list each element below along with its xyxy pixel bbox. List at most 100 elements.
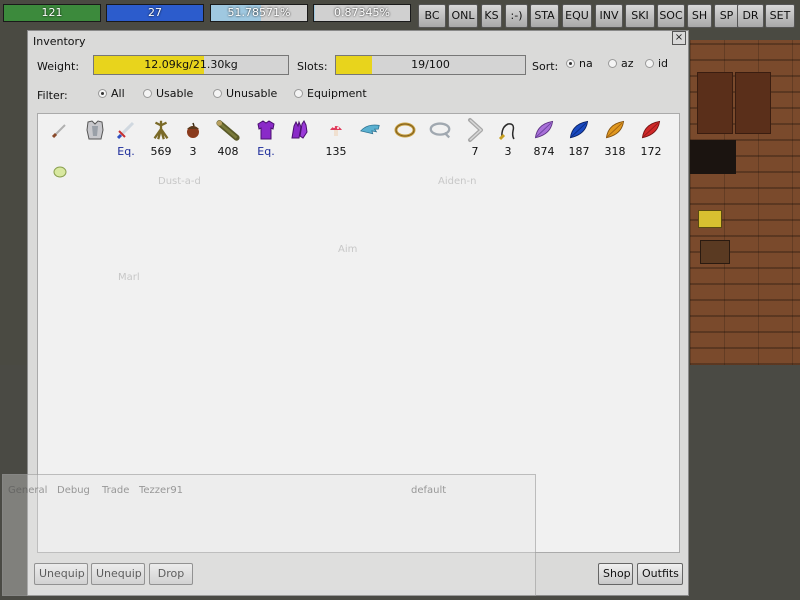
weight-label: Weight:: [37, 60, 80, 73]
feather-icon: [358, 118, 382, 142]
red-leaf-icon: [639, 118, 663, 142]
chat-tab-general[interactable]: General: [8, 485, 47, 496]
radio-dot[interactable]: [608, 59, 617, 68]
hp-bar: 121: [3, 4, 101, 22]
outfits-button[interactable]: Outfits: [637, 563, 683, 585]
slots-label: Slots:: [297, 60, 328, 73]
inventory-slot[interactable]: [389, 116, 421, 156]
radio-dot[interactable]: [294, 89, 303, 98]
rope-icon: [428, 118, 452, 142]
weight-value: 12.09kg/21.30kg: [144, 58, 238, 71]
filter-option-all[interactable]: All: [98, 87, 125, 100]
sort-option-na[interactable]: na: [566, 57, 593, 70]
inventory-slot[interactable]: [44, 158, 76, 198]
inventory-slot[interactable]: 408: [212, 116, 244, 158]
orange-leaf-icon: [603, 118, 627, 142]
inventory-slot[interactable]: [424, 116, 456, 156]
item-count: 172: [640, 145, 662, 158]
inventory-slot[interactable]: 135: [320, 116, 352, 158]
filter-option-unusable[interactable]: Unusable: [213, 87, 277, 100]
close-button[interactable]: ×: [672, 31, 686, 45]
faded-text: Dust-a-d: [158, 176, 201, 187]
sort-option-label: az: [621, 57, 634, 70]
inventory-slot[interactable]: 187: [563, 116, 595, 158]
window-button-soc[interactable]: SOC: [657, 4, 685, 28]
sort-option-label: na: [579, 57, 593, 70]
window-button-ski[interactable]: SKI: [625, 4, 655, 28]
sword-icon: [114, 118, 138, 142]
window-button-ks[interactable]: KS: [481, 4, 502, 28]
faded-text: Aiden-n: [438, 176, 477, 187]
sort-option-label: id: [658, 57, 669, 70]
chat-channel-select[interactable]: default: [411, 485, 446, 496]
bookshelf: [697, 72, 733, 134]
chat-tab-trade[interactable]: Trade: [102, 485, 129, 496]
shop-button[interactable]: Shop: [598, 563, 633, 585]
filter-option-label: All: [111, 87, 125, 100]
sort-option-az[interactable]: az: [608, 57, 634, 70]
window-button-onl[interactable]: ONL: [448, 4, 478, 28]
radio-dot[interactable]: [98, 89, 107, 98]
job-value: 0.87345%: [334, 6, 390, 19]
shop-sign: [698, 210, 722, 228]
inventory-slot[interactable]: 172: [635, 116, 667, 158]
radio-dot[interactable]: [213, 89, 222, 98]
window-button-dr[interactable]: DR: [737, 4, 764, 28]
window-button-bc[interactable]: BC: [418, 4, 446, 28]
item-count: 135: [325, 145, 347, 158]
mp-value: 27: [148, 6, 162, 19]
egg-icon: [48, 160, 72, 184]
filter-option-usable[interactable]: Usable: [143, 87, 193, 100]
boomerang-icon: [463, 118, 487, 142]
purple-gloves-icon: [287, 118, 311, 142]
inventory-slot[interactable]: Eq.: [250, 116, 282, 158]
ring-icon: [393, 118, 417, 142]
window-button-equ[interactable]: EQU: [562, 4, 592, 28]
radio-dot[interactable]: [143, 89, 152, 98]
radio-dot[interactable]: [645, 59, 654, 68]
inventory-slot[interactable]: [44, 116, 76, 156]
inventory-slot[interactable]: 318: [599, 116, 631, 158]
window-button-sp[interactable]: SP: [714, 4, 739, 28]
slots-bar: 19/100: [335, 55, 526, 75]
inventory-slot[interactable]: 3: [177, 116, 209, 158]
filter-option-label: Unusable: [226, 87, 278, 100]
mushroom-icon: [324, 118, 348, 142]
bookshelf: [735, 72, 771, 134]
inventory-slot[interactable]: 3: [492, 116, 524, 158]
whip-icon: [496, 118, 520, 142]
filter-option-label: Equipment: [307, 87, 367, 100]
window-button-emote[interactable]: :-): [505, 4, 528, 28]
filter-option-equipment[interactable]: Equipment: [294, 87, 367, 100]
root-icon: [149, 118, 173, 142]
blue-leaf-icon: [567, 118, 591, 142]
filter-option-label: Usable: [156, 87, 194, 100]
inventory-slot[interactable]: [283, 116, 315, 156]
chat-tab-debug[interactable]: Debug: [57, 485, 90, 496]
radio-dot[interactable]: [566, 59, 575, 68]
chat-window[interactable]: General Debug Trade Tezzer91 default: [2, 474, 536, 596]
knife-icon: [48, 118, 72, 142]
job-bar-fill: [314, 5, 315, 21]
window-title: Inventory: [33, 35, 86, 48]
slots-bar-fill: [336, 56, 372, 74]
filter-label: Filter:: [37, 89, 68, 102]
xp-bar: 51.78571%: [210, 4, 308, 22]
chat-tab-tezzer91[interactable]: Tezzer91: [139, 485, 183, 496]
window-button-sh[interactable]: SH: [687, 4, 712, 28]
inventory-slot[interactable]: Eq.: [110, 116, 142, 158]
window-button-inv[interactable]: INV: [595, 4, 623, 28]
weight-bar: 12.09kg/21.30kg: [93, 55, 289, 75]
window-button-set[interactable]: SET: [765, 4, 795, 28]
violet-leaf-icon: [532, 118, 556, 142]
faded-text: Aim: [338, 244, 358, 255]
inventory-slot[interactable]: 874: [528, 116, 560, 158]
doorway: [690, 140, 736, 174]
mp-bar: 27: [106, 4, 204, 22]
inventory-slot[interactable]: [354, 116, 386, 156]
window-button-sta[interactable]: STA: [530, 4, 559, 28]
purple-shirt-icon: [254, 118, 278, 142]
chest-armor-icon: [83, 118, 107, 142]
sort-option-id[interactable]: id: [645, 57, 668, 70]
hp-value: 121: [41, 6, 63, 19]
